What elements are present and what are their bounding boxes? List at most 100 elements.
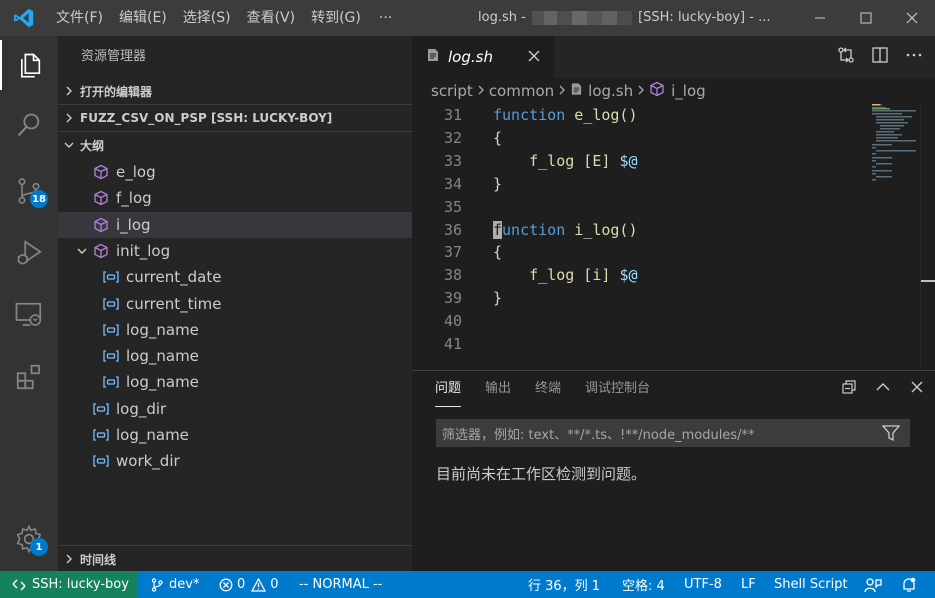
feedback-button[interactable]	[864, 571, 882, 598]
filter-icon[interactable]	[881, 424, 901, 446]
scrollbar-cursor-marker	[921, 280, 935, 282]
breadcrumb-common[interactable]: common	[489, 82, 554, 100]
section-open-editors[interactable]: 打开的编辑器	[58, 78, 412, 104]
outline-item[interactable]: work_dir	[58, 448, 412, 474]
outline-item[interactable]: log_dir	[58, 396, 412, 422]
remote-icon	[12, 578, 26, 591]
split-editor-button[interactable]	[871, 46, 889, 68]
section-folder[interactable]: FUZZ_CSV_ON_PSP [SSH: LUCKY-BOY]	[58, 105, 412, 131]
outline-item-label: log_name	[126, 347, 199, 366]
code-line: 37 {	[412, 241, 868, 264]
cursor-position[interactable]: 行 36，列 1	[528, 571, 600, 598]
minimize-button[interactable]	[797, 0, 843, 36]
run-debug-button[interactable]	[0, 228, 58, 278]
section-outline[interactable]: 大纲	[58, 132, 412, 158]
variable-icon	[92, 400, 110, 418]
maximize-button[interactable]	[843, 0, 889, 36]
search-button[interactable]	[0, 100, 58, 150]
tab-debug-console[interactable]: 调试控制台	[585, 371, 650, 407]
notifications-button[interactable]	[901, 571, 917, 598]
remote-indicator[interactable]: SSH: lucky-boy	[0, 571, 138, 598]
outline-item-label: i_log	[116, 215, 151, 234]
section-timeline-label: 时间线	[80, 552, 117, 567]
outline-item[interactable]: log_name	[58, 343, 412, 369]
language-mode[interactable]: Shell Script	[774, 571, 848, 598]
minimap-preview	[872, 104, 916, 181]
breadcrumb-script[interactable]: script	[431, 82, 473, 100]
editor-tab-bar: log.sh	[412, 36, 935, 78]
menu-go[interactable]: 转到(G)	[303, 0, 369, 36]
outline-item-label: e_log	[116, 163, 156, 181]
section-timeline[interactable]: 时间线	[58, 546, 412, 572]
file-shell-icon	[570, 82, 583, 100]
keyword: function	[493, 106, 566, 124]
outline-item[interactable]: i_log	[58, 211, 412, 238]
tab-terminal[interactable]: 终端	[535, 371, 561, 407]
vim-mode[interactable]: -- NORMAL --	[299, 571, 382, 598]
tab-log-sh[interactable]: log.sh	[412, 36, 554, 78]
end-of-line[interactable]: LF	[741, 571, 756, 598]
tab-output[interactable]: 输出	[485, 371, 511, 407]
remote-explorer-button[interactable]	[0, 290, 58, 340]
outline-item[interactable]: log_name	[58, 369, 412, 395]
manage-button[interactable]: 1	[0, 514, 58, 564]
menu-more-button[interactable]: ···	[369, 0, 402, 36]
outline-item-label: log_name	[126, 373, 199, 392]
debug-icon	[17, 240, 42, 265]
extensions-button[interactable]	[0, 352, 58, 402]
minimap[interactable]	[868, 104, 920, 370]
minimize-icon	[815, 17, 825, 19]
code-editor[interactable]: 31 function e_log() 32{33 f_log [E] $@ 34} 3…	[412, 104, 935, 370]
breadcrumb-symbol[interactable]: i_log	[671, 82, 706, 100]
close-panel-button[interactable]	[909, 379, 925, 399]
collapse-all-button[interactable]	[841, 379, 857, 399]
encoding[interactable]: UTF-8	[684, 571, 722, 598]
tab-label: log.sh	[448, 48, 493, 66]
code-line: 39}	[412, 287, 868, 310]
branch-indicator[interactable]: dev*	[150, 571, 199, 598]
bottom-panel: 问题 输出 终端 调试控制台 筛选器，例如: text、**/*.ts、!**/…	[412, 370, 935, 571]
chevron-down-icon[interactable]	[72, 246, 92, 256]
menu-file[interactable]: 文件(F)	[48, 0, 111, 36]
close-icon	[906, 12, 918, 24]
code-text: function e_log()	[493, 104, 638, 127]
close-tab-icon[interactable]	[526, 48, 542, 68]
menu-edit[interactable]: 编辑(E)	[111, 0, 175, 36]
window-title: log.sh - [SSH: lucky-boy] - ...	[478, 0, 770, 36]
chevron-right-icon	[58, 113, 80, 123]
outline-item[interactable]: f_log	[58, 185, 412, 211]
indentation[interactable]: 空格: 4	[622, 571, 665, 598]
outline-item[interactable]: log_name	[58, 317, 412, 343]
open-changes-button[interactable]	[837, 46, 855, 68]
code-text: f_log [i] $@	[493, 264, 637, 287]
outline-item[interactable]: e_log	[58, 159, 412, 185]
chevron-right-icon	[476, 82, 486, 100]
outline-item-label: log_name	[116, 426, 189, 444]
editor-scrollbar[interactable]	[920, 104, 935, 370]
outline-item[interactable]: current_date	[58, 264, 412, 290]
outline-item[interactable]: init_log	[58, 238, 412, 264]
source-control-button[interactable]: 18	[0, 166, 58, 216]
files-icon	[21, 53, 41, 78]
problems-indicator[interactable]: 0 0	[219, 571, 279, 598]
chevron-right-icon	[636, 82, 646, 100]
variable-icon	[102, 347, 120, 365]
no-problems-message: 目前尚未在工作区检测到问题。	[436, 465, 647, 483]
explorer-button[interactable]	[0, 40, 58, 90]
more-actions-button[interactable]	[905, 46, 923, 68]
outline-item[interactable]: current_time	[58, 291, 412, 317]
outline-item-label: f_log	[116, 189, 152, 208]
breadcrumb-file[interactable]: log.sh	[588, 82, 633, 100]
tab-problems[interactable]: 问题	[435, 371, 462, 407]
outline-item[interactable]: log_name	[58, 422, 412, 448]
explorer-sidebar: 资源管理器 打开的编辑器 FUZZ_CSV_ON_PSP [SSH: LUCKY…	[58, 36, 412, 571]
remote-explorer-icon	[15, 302, 42, 326]
maximize-panel-button[interactable]	[875, 379, 891, 399]
function-cube-icon	[92, 189, 110, 207]
menu-selection[interactable]: 选择(S)	[175, 0, 239, 36]
section-outline-label: 大纲	[80, 138, 105, 153]
menu-view[interactable]: 查看(V)	[239, 0, 304, 36]
close-window-button[interactable]	[889, 0, 935, 36]
problems-filter-input[interactable]: 筛选器，例如: text、**/*.ts、!**/node_modules/**	[436, 419, 910, 447]
